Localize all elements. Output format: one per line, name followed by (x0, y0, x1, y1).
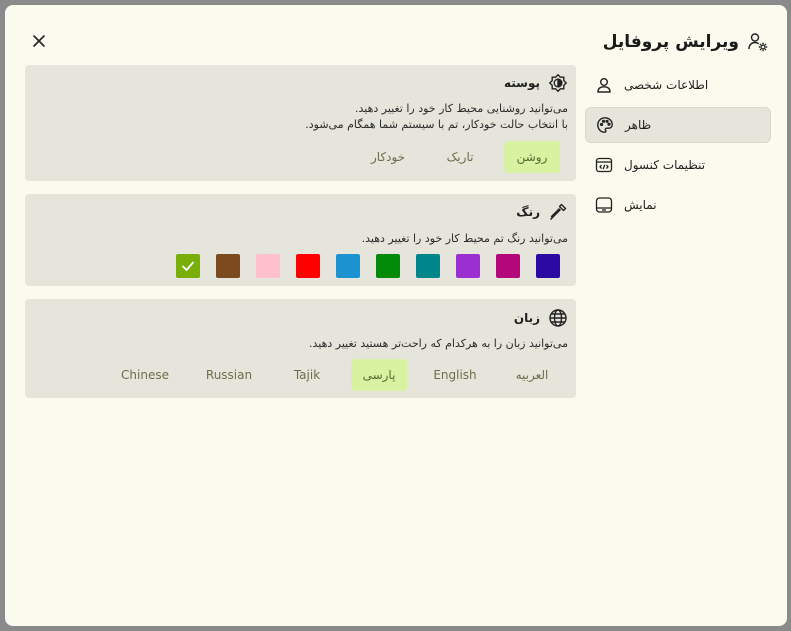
nav-item-label: ظاهر (625, 118, 652, 132)
color-swatch-purple[interactable] (456, 254, 480, 278)
language-section-title: زبان (513, 311, 540, 325)
color-swatch-magenta[interactable] (496, 254, 520, 278)
language-description: می‌توانید زبان را به هرکدام که راحت‌تر ه… (309, 337, 568, 350)
language-section-header: زبان (514, 308, 568, 328)
nav-item-label: نمایش (624, 198, 657, 212)
theme-option-light[interactable]: روشن (504, 141, 560, 173)
nav-item-label: اطلاعات شخصی (624, 78, 709, 92)
nav-item-appearance[interactable]: ظاهر (585, 107, 771, 143)
eyedropper-icon (550, 203, 567, 220)
language-option-arabic[interactable]: العربیه (503, 359, 561, 391)
language-option-chinese[interactable]: Chinese (111, 359, 179, 391)
code-window-icon (594, 155, 614, 175)
dialog-title: ویرایش پروفایل (602, 32, 739, 52)
user-gear-icon (748, 33, 768, 52)
user-icon (594, 75, 614, 95)
profile-edit-dialog: ویرایش پروفایل اطلاعات شخصی ظاهر تنظیمات… (5, 5, 787, 626)
theme-option-auto[interactable]: خودکار (360, 141, 416, 173)
skin-description: می‌توانید روشنایی محیط کار خود را تغییر … (354, 102, 568, 115)
color-section-title: رنگ (516, 205, 540, 219)
brightness-icon (548, 73, 568, 93)
nav-item-display[interactable]: نمایش (585, 187, 771, 223)
language-option-tajik[interactable]: Tajik (279, 359, 335, 391)
skin-description-auto: با انتخاب حالت خودکار، تم با سیستم شما ه… (305, 118, 568, 131)
language-option-english[interactable]: English (423, 359, 487, 391)
nav-item-label: تنظیمات کنسول (624, 158, 706, 172)
check-icon (182, 261, 194, 271)
language-option-persian[interactable]: پارسی (351, 359, 407, 391)
color-section-header: رنگ (516, 202, 568, 222)
color-swatch-indigo[interactable] (536, 254, 560, 278)
skin-section: پوسته می‌توانید روشنایی محیط کار خود را … (25, 65, 576, 181)
palette-icon (595, 115, 615, 135)
color-swatch-teal[interactable] (416, 254, 440, 278)
color-swatch-olive[interactable] (176, 254, 200, 278)
nav-item-console-settings[interactable]: تنظیمات کنسول (585, 147, 771, 183)
color-description: می‌توانید رنگ تم محیط کار خود را تغییر د… (361, 232, 568, 245)
globe-icon (549, 309, 567, 327)
skin-section-header: پوسته (504, 73, 568, 93)
skin-section-title: پوسته (503, 76, 540, 90)
language-section: زبان می‌توانید زبان را به هرکدام که راحت… (25, 299, 576, 398)
close-icon (33, 35, 45, 47)
color-swatch-red[interactable] (296, 254, 320, 278)
settings-nav: اطلاعات شخصی ظاهر تنظیمات کنسول نمایش (585, 67, 771, 227)
dialog-header: ویرایش پروفایل (603, 27, 769, 57)
close-button[interactable] (27, 29, 51, 53)
color-swatch-brown[interactable] (216, 254, 240, 278)
color-swatch-green[interactable] (376, 254, 400, 278)
color-swatch-pink[interactable] (256, 254, 280, 278)
theme-option-dark[interactable]: تاریک (432, 141, 488, 173)
display-icon (594, 195, 614, 215)
nav-item-personal-info[interactable]: اطلاعات شخصی (585, 67, 771, 103)
color-swatch-blue[interactable] (336, 254, 360, 278)
language-option-russian[interactable]: Russian (195, 359, 263, 391)
color-section: رنگ می‌توانید رنگ تم محیط کار خود را تغی… (25, 194, 576, 286)
